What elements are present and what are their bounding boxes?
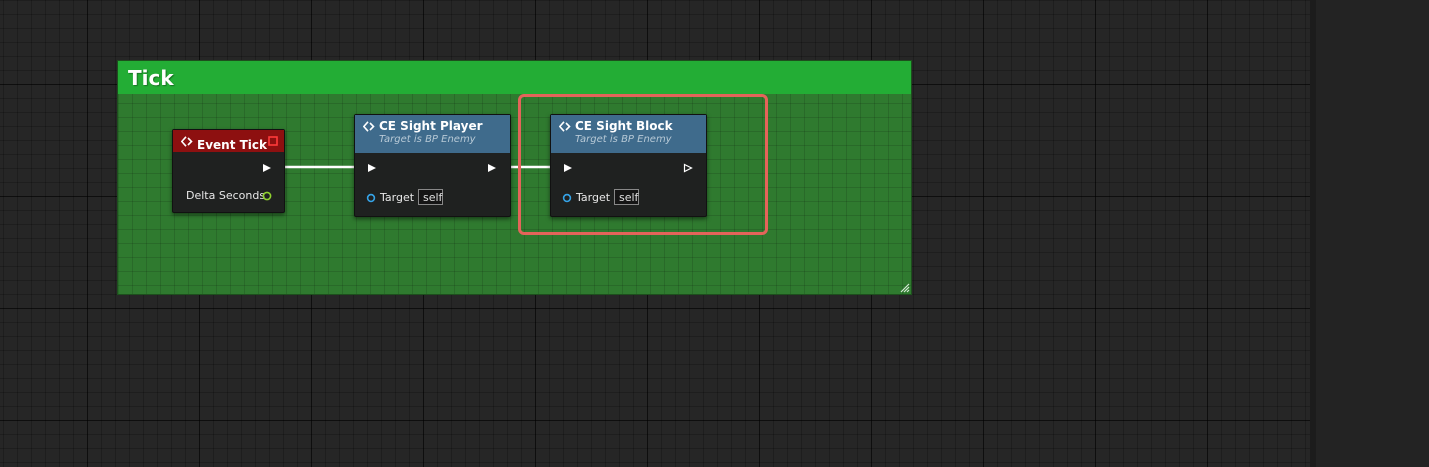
ce-sight-player-subtitle: Target is BP Enemy: [379, 134, 476, 145]
target-self-field[interactable]: self: [418, 189, 443, 205]
exec-out-pin-icon[interactable]: [262, 163, 272, 173]
event-tick-node[interactable]: Event Tick Delta Seconds: [172, 129, 285, 213]
blueprint-graph-canvas[interactable]: Tick Event Tick Delta Seconds CE Sight P…: [0, 0, 1310, 467]
ce-sight-player-header[interactable]: CE Sight Player Target is BP Enemy: [355, 115, 510, 153]
highlight-annotation-box: [518, 94, 768, 235]
ce-sight-player-node[interactable]: CE Sight Player Target is BP Enemy Targe…: [354, 114, 511, 217]
event-delegate-icon[interactable]: [268, 136, 278, 146]
target-label: Target: [380, 191, 415, 204]
ce-sight-player-title: CE Sight Player: [379, 119, 483, 133]
function-icon: [363, 121, 375, 132]
exec-in-pin-icon[interactable]: [367, 163, 377, 173]
event-icon: [181, 136, 193, 147]
target-pin-icon[interactable]: [366, 193, 376, 203]
details-side-panel: [1310, 0, 1429, 467]
event-tick-title: Event Tick: [197, 138, 268, 152]
event-tick-header[interactable]: Event Tick: [173, 130, 284, 152]
delta-seconds-label: Delta Seconds: [186, 189, 266, 202]
float-out-pin-icon[interactable]: [262, 191, 272, 201]
exec-out-pin-icon[interactable]: [487, 163, 497, 173]
